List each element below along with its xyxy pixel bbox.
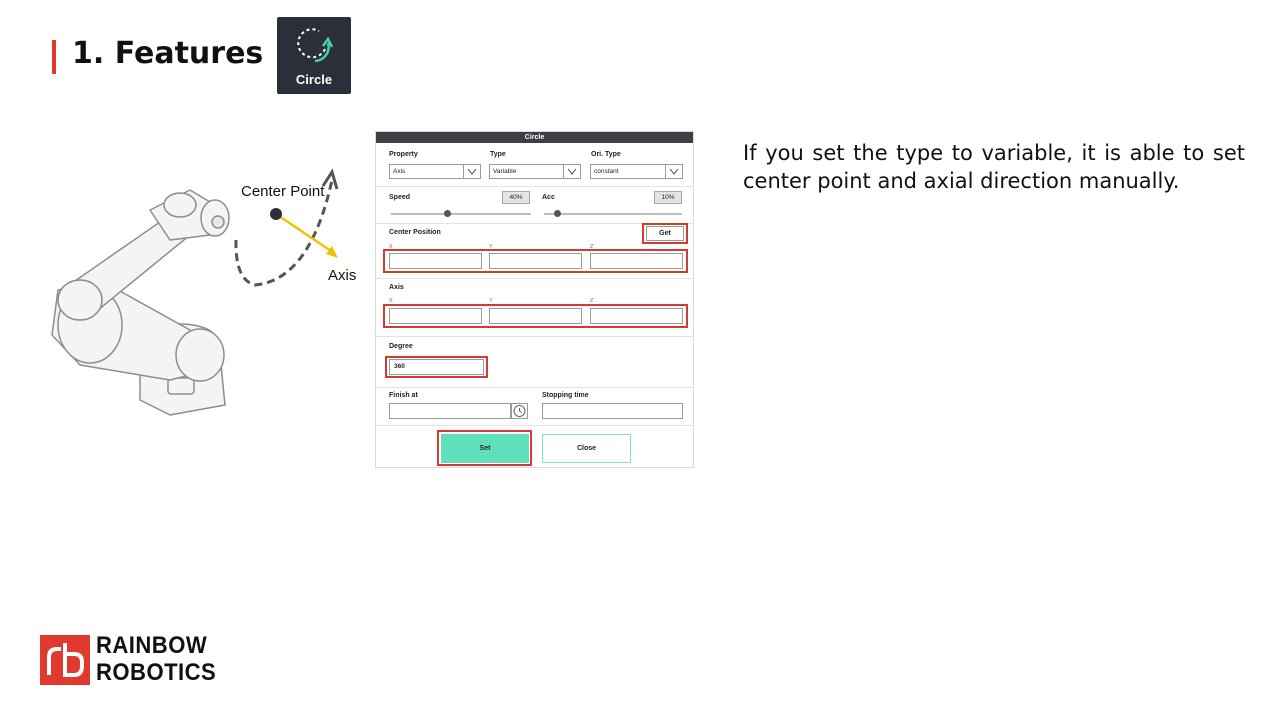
type-select[interactable]: Variable	[489, 164, 581, 179]
speed-label: Speed	[389, 194, 411, 201]
divider	[376, 278, 693, 279]
slide-title: 1. Features	[72, 36, 264, 71]
acc-value: 10%	[654, 191, 682, 204]
logo-line-2: ROBOTICS	[96, 659, 217, 686]
property-value: Axis	[393, 168, 406, 175]
center-position-highlight	[383, 249, 688, 273]
axis-highlight	[383, 304, 688, 328]
chevron-down-icon	[563, 165, 580, 178]
speed-slider-track[interactable]	[391, 213, 531, 215]
title-accent-bar	[52, 40, 56, 74]
property-label: Property	[389, 151, 418, 158]
ori-type-select[interactable]: constant	[590, 164, 683, 179]
clock-icon[interactable]	[511, 403, 528, 419]
degree-label: Degree	[389, 343, 413, 350]
finish-at-label: Finish at	[389, 392, 418, 399]
rainbow-robotics-logo-mark	[40, 635, 90, 685]
axis-label: Axis	[328, 267, 357, 284]
type-label: Type	[490, 151, 506, 158]
divider	[376, 186, 693, 187]
acc-slider-track[interactable]	[544, 213, 682, 215]
type-value: Variable	[493, 168, 517, 175]
divider	[376, 387, 693, 388]
axis-section-label: Axis	[389, 284, 404, 291]
degree-highlight	[385, 356, 488, 378]
logo-wordmark: RAINBOW ROBOTICS	[96, 632, 216, 686]
center-point-label: Center Point	[241, 183, 325, 200]
divider	[376, 425, 693, 426]
property-select[interactable]: Axis	[389, 164, 481, 179]
set-button-highlight	[437, 430, 532, 466]
robot-illustration	[40, 160, 370, 430]
stopping-time-label: Stopping time	[542, 392, 589, 399]
logo-line-1: RAINBOW	[96, 632, 208, 659]
ori-type-value: constant	[594, 168, 619, 175]
chevron-down-icon	[665, 165, 682, 178]
acc-slider-handle[interactable]	[554, 210, 562, 217]
stopping-time-field[interactable]	[542, 403, 683, 419]
feature-description: If you set the type to variable, it is a…	[743, 141, 1245, 193]
acc-label: Acc	[542, 194, 555, 201]
circle-dialog: Circle Property Type Ori. Type Axis Vari…	[375, 131, 694, 468]
ori-type-label: Ori. Type	[591, 151, 621, 158]
divider	[376, 336, 693, 337]
get-button-highlight	[642, 223, 688, 244]
badge-label: Circle	[295, 72, 333, 87]
dialog-title: Circle	[376, 132, 693, 143]
circle-command-badge: Circle	[277, 17, 351, 94]
speed-value: 40%	[502, 191, 530, 204]
speed-slider-handle[interactable]	[443, 210, 451, 217]
chevron-down-icon	[463, 165, 480, 178]
close-button[interactable]: Close	[542, 434, 631, 463]
center-position-label: Center Position	[389, 229, 441, 236]
finish-at-field[interactable]	[389, 403, 511, 419]
